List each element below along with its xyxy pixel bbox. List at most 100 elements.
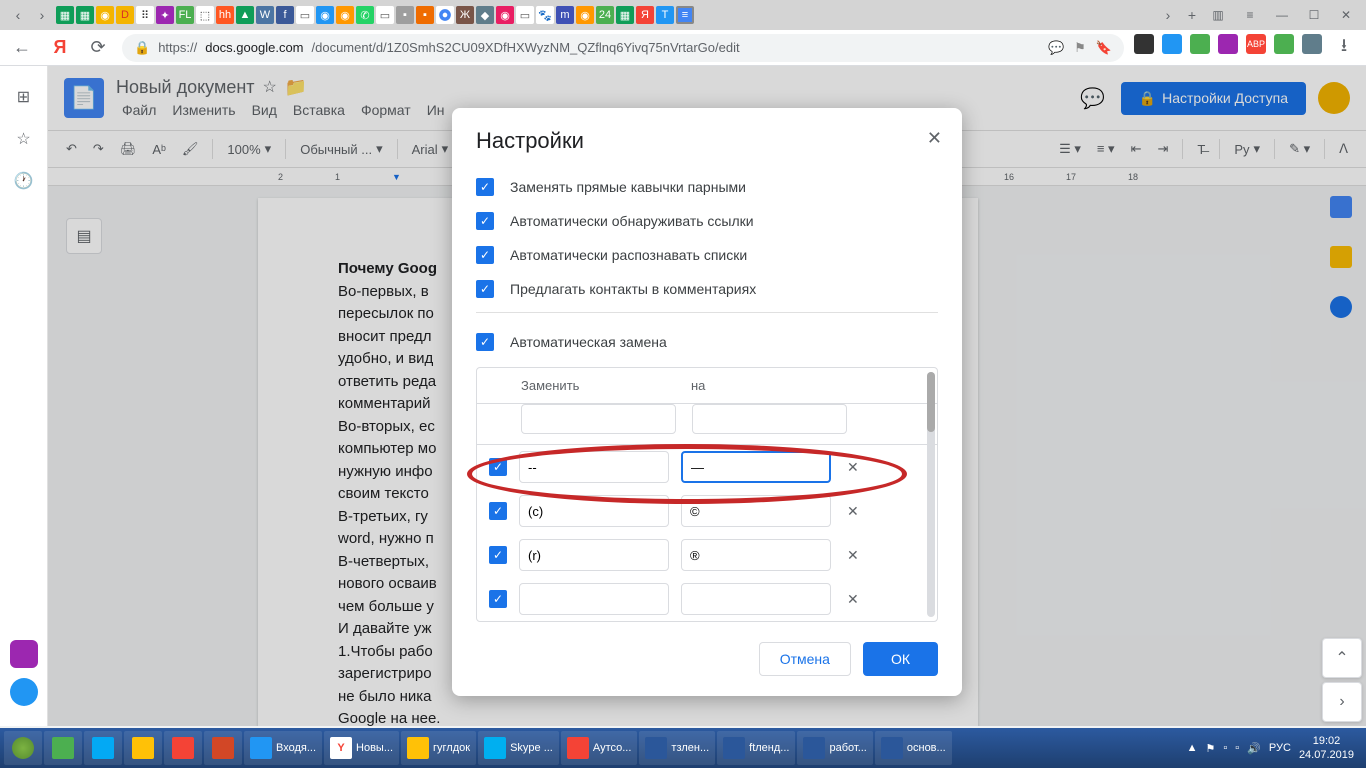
maximize-button[interactable]: ☐ (1302, 6, 1326, 24)
taskbar-app[interactable] (44, 731, 82, 765)
tab-icon[interactable]: ◉ (496, 6, 514, 24)
ext-icon[interactable] (1162, 34, 1182, 54)
delete-row-icon[interactable]: ✕ (843, 459, 863, 476)
tab-icon[interactable]: ▪ (396, 6, 414, 24)
close-icon[interactable]: ✕ (927, 128, 942, 149)
history-icon[interactable]: 🕐 (13, 170, 35, 192)
minimize-button[interactable]: — (1270, 6, 1294, 24)
tab-icon[interactable]: 24 (596, 6, 614, 24)
tab-icon[interactable]: Я (636, 6, 654, 24)
start-button[interactable] (4, 731, 42, 765)
replace-to-input[interactable] (681, 539, 831, 571)
ext-icon[interactable] (1302, 34, 1322, 54)
checkbox-icon[interactable]: ✓ (476, 178, 494, 196)
tab-icon[interactable]: f (276, 6, 294, 24)
tab-icon[interactable]: ▲ (236, 6, 254, 24)
taskbar-skype[interactable]: Skype ... (478, 731, 559, 765)
tab-next-icon[interactable]: › (32, 5, 52, 25)
url-field[interactable]: 🔒 https://docs.google.com/document/d/1Z0… (122, 34, 1124, 62)
checkbox-icon[interactable]: ✓ (489, 590, 507, 608)
back-button[interactable]: ← (8, 34, 36, 62)
tab-icon[interactable]: ◆ (476, 6, 494, 24)
tab-icon[interactable]: FL (176, 6, 194, 24)
tray-up-icon[interactable]: ▲ (1187, 742, 1198, 754)
alice-icon[interactable] (10, 678, 38, 706)
taskbar-word[interactable]: основ... (875, 731, 952, 765)
tab-icon[interactable]: ✆ (356, 6, 374, 24)
taskbar-yandex[interactable]: YНовы... (324, 731, 399, 765)
checkbox-icon[interactable]: ✓ (489, 502, 507, 520)
tray-icon[interactable]: ▫ (1235, 742, 1239, 754)
new-to-input[interactable] (692, 404, 847, 434)
close-button[interactable]: ✕ (1334, 6, 1358, 24)
ext-icon[interactable] (1134, 34, 1154, 54)
taskbar-word[interactable]: работ... (797, 731, 872, 765)
taskbar-explorer[interactable]: гуглдок (401, 731, 476, 765)
tab-icon[interactable]: Ж (456, 6, 474, 24)
yandex-icon[interactable]: Я (46, 34, 74, 62)
delete-row-icon[interactable]: ✕ (843, 547, 863, 564)
tab-icon[interactable]: hh (216, 6, 234, 24)
replace-to-input[interactable] (681, 495, 831, 527)
option-detect-links[interactable]: ✓ Автоматически обнаруживать ссылки (476, 204, 938, 238)
ext-icon[interactable] (1274, 34, 1294, 54)
volume-icon[interactable]: 🔊 (1247, 742, 1261, 755)
tab-more-icon[interactable]: › (1158, 5, 1178, 25)
delete-row-icon[interactable]: ✕ (843, 503, 863, 520)
taskbar-pdf[interactable]: Аутсо... (561, 731, 638, 765)
menu-icon[interactable]: ≡ (1238, 6, 1262, 24)
ok-button[interactable]: ОК (863, 642, 938, 676)
ext-abp-icon[interactable]: ABP (1246, 34, 1266, 54)
taskbar-app[interactable] (84, 731, 122, 765)
tab-icon[interactable]: ▭ (516, 6, 534, 24)
tab-active-icon[interactable]: ≡ (676, 6, 694, 24)
checkbox-icon[interactable]: ✓ (476, 212, 494, 230)
new-from-input[interactable] (521, 404, 676, 434)
bookmark-icon[interactable]: 🔖 (1096, 40, 1112, 56)
tab-prev-icon[interactable]: ‹ (8, 5, 28, 25)
delete-row-icon[interactable]: ✕ (843, 591, 863, 608)
tab-icon[interactable]: m (556, 6, 574, 24)
replace-to-input[interactable] (681, 583, 831, 615)
cancel-button[interactable]: Отмена (759, 642, 851, 676)
tab-icon[interactable]: ▦ (56, 6, 74, 24)
apps-icon[interactable]: ⊞ (13, 86, 35, 108)
option-smart-quotes[interactable]: ✓ Заменять прямые кавычки парными (476, 170, 938, 204)
new-tab-button[interactable]: + (1182, 5, 1202, 25)
clock[interactable]: 19:02 24.07.2019 (1299, 734, 1354, 763)
scrollbar[interactable] (927, 372, 935, 617)
taskbar-app[interactable] (164, 731, 202, 765)
star-icon[interactable]: ☆ (13, 128, 35, 150)
tab-icon[interactable]: ▦ (76, 6, 94, 24)
tab-icon[interactable]: ⬚ (196, 6, 214, 24)
taskbar-powerpoint[interactable] (204, 731, 242, 765)
option-suggest-contacts[interactable]: ✓ Предлагать контакты в комментариях (476, 272, 938, 313)
flag-icon[interactable]: ⚑ (1074, 40, 1086, 56)
tab-icon[interactable]: ▦ (616, 6, 634, 24)
scroll-up-button[interactable]: ⌃ (1322, 638, 1362, 678)
option-detect-lists[interactable]: ✓ Автоматически распознавать списки (476, 238, 938, 272)
tab-icon[interactable]: ▪ (416, 6, 434, 24)
ext-icon[interactable] (1190, 34, 1210, 54)
tray-icon[interactable]: ▫ (1223, 742, 1227, 754)
replace-from-input[interactable] (519, 451, 669, 483)
option-auto-replace[interactable]: ✓ Автоматическая замена (476, 325, 938, 359)
tab-icon[interactable]: D (116, 6, 134, 24)
tab-icon[interactable]: ✦ (156, 6, 174, 24)
checkbox-icon[interactable]: ✓ (476, 280, 494, 298)
replace-to-input[interactable] (681, 451, 831, 483)
checkbox-icon[interactable]: ✓ (489, 458, 507, 476)
download-icon[interactable]: ⭳ (1330, 34, 1358, 62)
tab-icon[interactable]: ◉ (96, 6, 114, 24)
tab-icon[interactable] (436, 6, 454, 24)
checkbox-icon[interactable]: ✓ (489, 546, 507, 564)
checkbox-icon[interactable]: ✓ (476, 333, 494, 351)
taskbar-app[interactable] (124, 731, 162, 765)
panel-icon[interactable]: ▥ (1206, 6, 1230, 24)
flag-icon[interactable]: ⚑ (1206, 742, 1216, 755)
tab-icon[interactable]: W (256, 6, 274, 24)
taskbar-word[interactable]: тзлен... (639, 731, 715, 765)
sidebar-app-icon[interactable] (10, 640, 38, 668)
taskbar-word[interactable]: ftленд... (717, 731, 795, 765)
tab-icon[interactable]: ◉ (576, 6, 594, 24)
